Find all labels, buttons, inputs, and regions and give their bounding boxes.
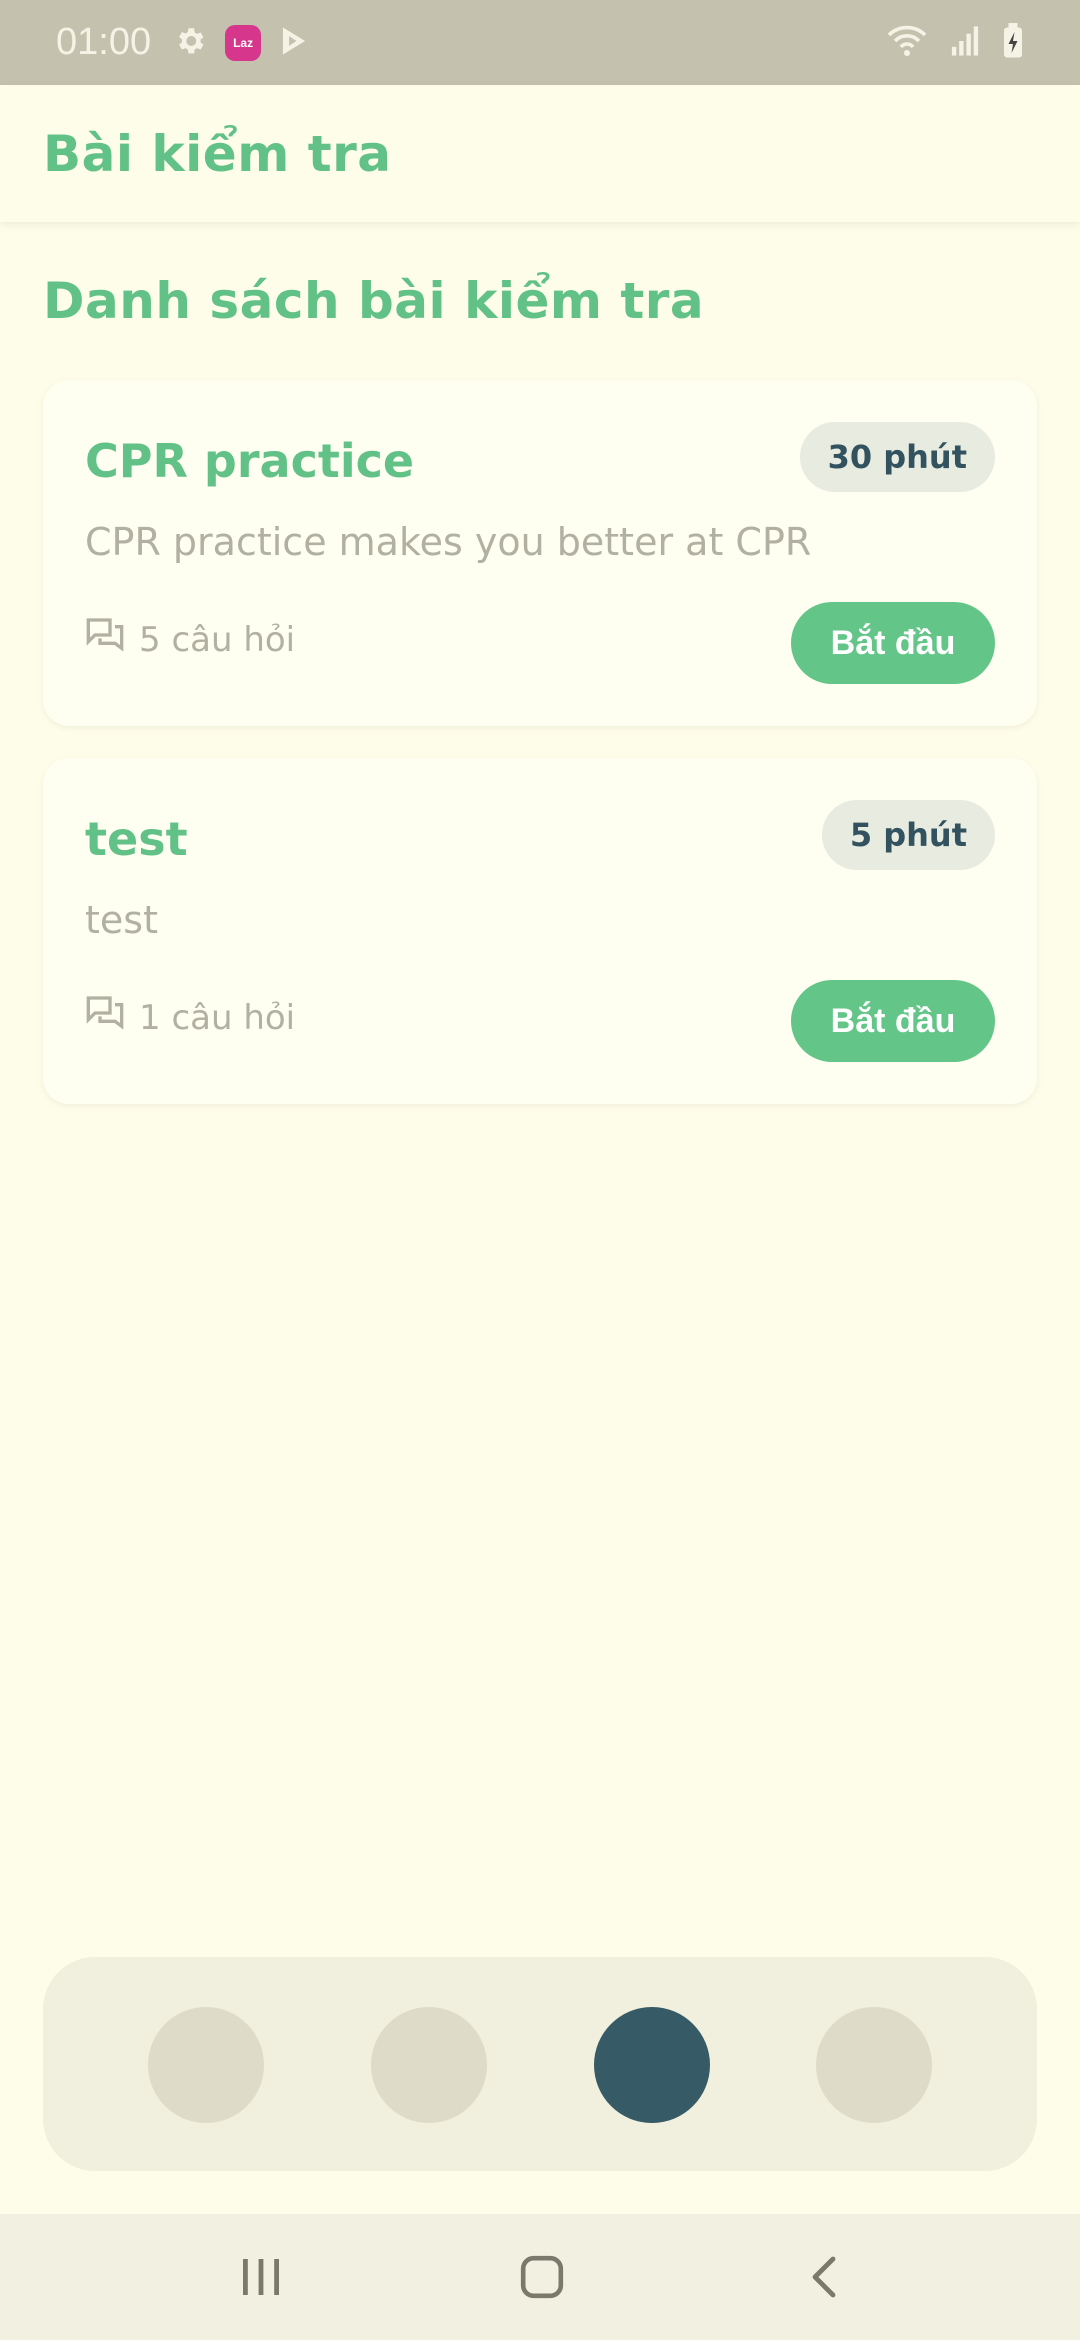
nav-item-1[interactable] [148,2007,264,2123]
signal-icon [950,25,980,61]
lazada-app-icon: Laz [225,24,262,61]
play-store-icon [279,25,309,61]
chat-icon [85,994,125,1041]
question-count-label: 1 câu hỏi [139,997,296,1038]
home-icon[interactable] [509,2244,575,2310]
question-count-label: 5 câu hỏi [139,619,296,660]
battery-charging-icon [1002,22,1024,63]
quiz-description: test [85,898,158,942]
recents-icon[interactable] [228,2244,294,2310]
status-icons-left: Laz [173,24,309,62]
duration-badge: 30 phút [799,422,995,492]
wifi-icon [886,24,928,62]
status-icons-right [886,22,1024,63]
nav-item-4[interactable] [816,2007,932,2123]
start-quiz-button[interactable]: Bắt đầu [791,980,995,1062]
quiz-card[interactable]: CPR practice 30 phút CPR practice makes … [43,380,1037,726]
duration-badge: 5 phút [821,800,995,870]
quiz-card[interactable]: test 5 phút test 1 câu hỏi Bắt đầu [43,758,1037,1104]
bottom-navigation [43,1957,1037,2171]
status-time: 01:00 [56,21,152,63]
quiz-title: test [85,812,188,866]
system-navigation-bar [0,2214,1080,2340]
gear-icon [173,24,207,62]
app-bar: Bài kiểm tra [0,85,1080,222]
quiz-description: CPR practice makes you better at CPR [85,520,812,564]
nav-item-3-active[interactable] [594,2007,710,2123]
screen: 01:00 Laz Bài kiểm tra Danh sách bài kiể… [0,0,1080,2340]
quiz-title: CPR practice [85,434,415,488]
question-count: 5 câu hỏi [85,616,295,663]
start-quiz-button[interactable]: Bắt đầu [791,602,995,684]
status-bar: 01:00 Laz [0,0,1080,85]
page-title: Bài kiểm tra [43,124,392,183]
nav-item-2[interactable] [371,2007,487,2123]
chat-icon [85,616,125,663]
question-count: 1 câu hỏi [85,994,295,1041]
back-icon[interactable] [790,2244,856,2310]
section-title: Danh sách bài kiểm tra [43,272,705,330]
